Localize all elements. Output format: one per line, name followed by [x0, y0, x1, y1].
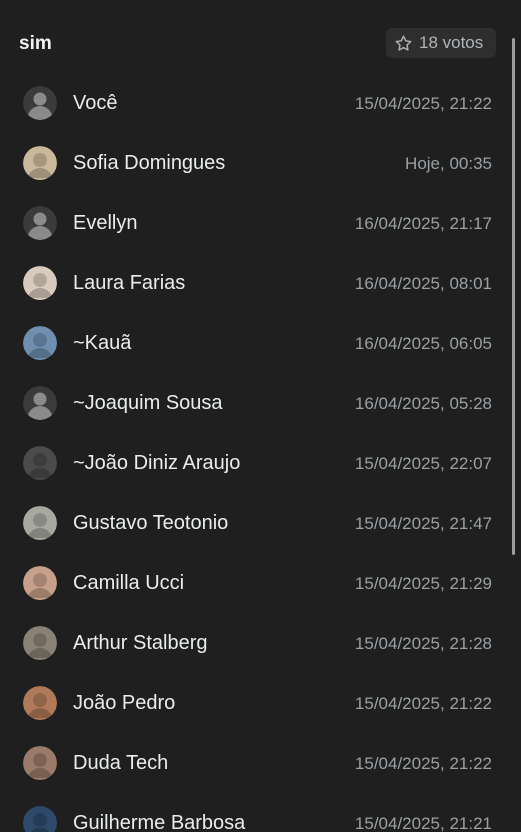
default-avatar-icon [23, 206, 57, 240]
default-avatar-icon [23, 386, 57, 420]
vote-timestamp: 15/04/2025, 21:28 [354, 634, 492, 653]
voter-row[interactable]: Camilla Ucci 15/04/2025, 21:29 [0, 553, 521, 613]
voter-row[interactable]: João Pedro 15/04/2025, 21:22 [0, 673, 521, 733]
vote-timestamp: 15/04/2025, 21:21 [354, 814, 492, 832]
voter-name: Gustavo Teotonio [73, 512, 229, 534]
voter-row[interactable]: Você 15/04/2025, 21:22 [0, 73, 521, 133]
avatar-photo [23, 326, 57, 360]
voter-name: Sofia Domingues [73, 152, 226, 174]
vote-timestamp: 16/04/2025, 05:28 [354, 394, 492, 413]
vote-timestamp: 15/04/2025, 21:22 [354, 94, 492, 113]
votes-count-badge: 18 votos [386, 28, 496, 58]
voter-name: Guilherme Barbosa [73, 812, 246, 832]
voter-name: Arthur Stalberg [73, 632, 208, 654]
voter-list: Você 15/04/2025, 21:22 Sofia Domingues Hoje… [0, 73, 521, 832]
avatar-photo [23, 446, 57, 480]
avatar-photo [23, 746, 57, 780]
voter-row[interactable]: Guilherme Barbosa 15/04/2025, 21:21 [0, 793, 521, 832]
voter-name: ~João Diniz Araujo [73, 452, 241, 474]
voter-row[interactable]: ~Kauã 16/04/2025, 06:05 [0, 313, 521, 373]
vote-timestamp: 15/04/2025, 21:29 [354, 574, 492, 593]
votes-count-label: 18 votos [419, 33, 484, 52]
voter-name: Evellyn [73, 212, 138, 234]
vote-timestamp: Hoje, 00:35 [405, 154, 492, 173]
avatar-photo [23, 146, 57, 180]
avatar-photo [23, 506, 57, 540]
voter-row[interactable]: Gustavo Teotonio 15/04/2025, 21:47 [0, 493, 521, 553]
voter-name: Você [73, 92, 118, 114]
voter-name: Laura Farias [73, 272, 186, 294]
avatar-photo [23, 686, 57, 720]
option-title: sim [19, 33, 52, 54]
poll-option-votes-panel: sim 18 votos Você 15/04/2025, 21:22 Sofia … [0, 0, 521, 832]
avatar-photo [23, 626, 57, 660]
vote-timestamp: 16/04/2025, 06:05 [354, 334, 492, 353]
voter-row[interactable]: Laura Farias 16/04/2025, 08:01 [0, 253, 521, 313]
voter-name: Camilla Ucci [73, 572, 185, 594]
avatar-photo [23, 266, 57, 300]
voter-name: João Pedro [73, 692, 176, 714]
voter-row[interactable]: ~João Diniz Araujo 15/04/2025, 22:07 [0, 433, 521, 493]
vote-timestamp: 16/04/2025, 21:17 [354, 214, 492, 233]
star-icon [395, 35, 412, 51]
avatar-photo [23, 566, 57, 600]
default-avatar-icon [23, 86, 57, 120]
voter-name: Duda Tech [73, 752, 169, 774]
vote-timestamp: 15/04/2025, 21:22 [354, 754, 492, 773]
voter-row[interactable]: Duda Tech 15/04/2025, 21:22 [0, 733, 521, 793]
vote-timestamp: 15/04/2025, 21:22 [354, 694, 492, 713]
voter-row[interactable]: Arthur Stalberg 15/04/2025, 21:28 [0, 613, 521, 673]
vote-timestamp: 15/04/2025, 21:47 [354, 514, 492, 533]
voter-name: ~Joaquim Sousa [73, 392, 223, 414]
voter-row[interactable]: ~Joaquim Sousa 16/04/2025, 05:28 [0, 373, 521, 433]
voter-row[interactable]: Evellyn 16/04/2025, 21:17 [0, 193, 521, 253]
vote-timestamp: 15/04/2025, 22:07 [354, 454, 492, 473]
vote-timestamp: 16/04/2025, 08:01 [354, 274, 492, 293]
scrollbar[interactable] [512, 38, 515, 555]
voter-name: ~Kauã [73, 332, 132, 354]
avatar-photo [23, 806, 57, 832]
voter-row[interactable]: Sofia Domingues Hoje, 00:35 [0, 133, 521, 193]
